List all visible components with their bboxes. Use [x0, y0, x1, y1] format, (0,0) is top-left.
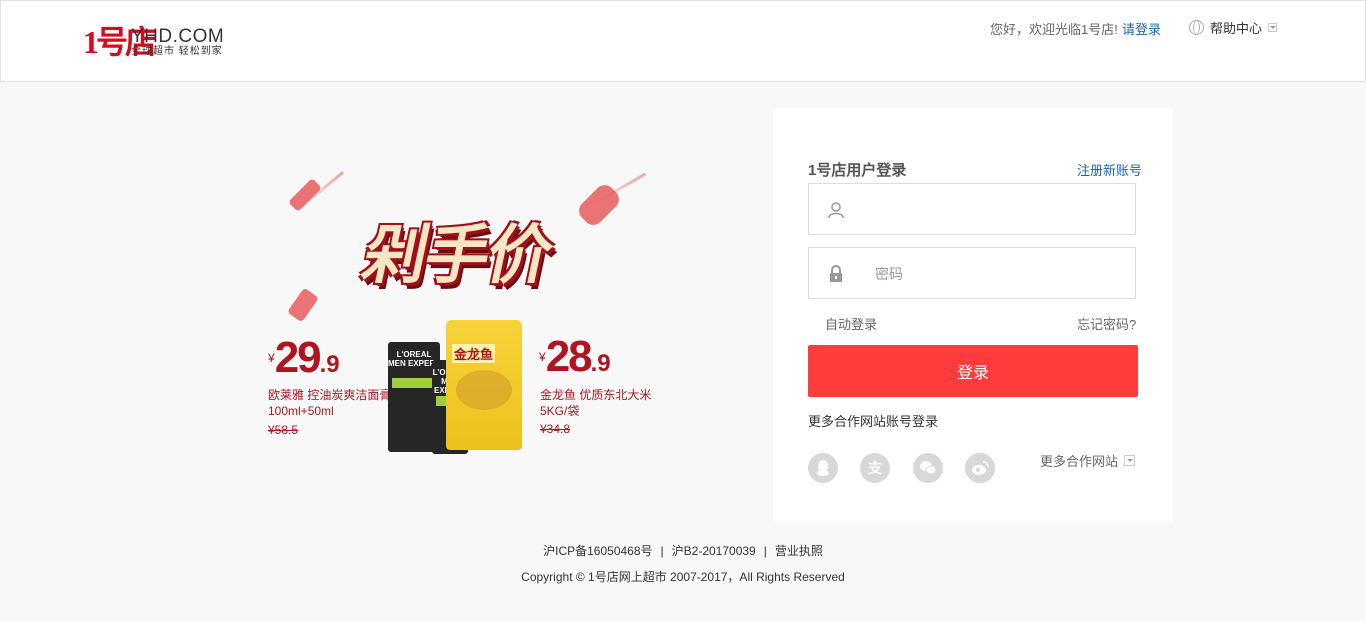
forgot-password-link[interactable]: 忘记密码? [1077, 314, 1136, 333]
login-title: 1号店用户登录 [808, 162, 907, 179]
promo-banner[interactable]: 剁手价 ¥29.9 欧莱雅 控油炭爽洁面膏 100ml+50ml ¥58.5 L… [250, 150, 670, 470]
icp-link[interactable]: 沪ICP备16050468号 [543, 544, 652, 558]
auto-login-option[interactable]: 自动登录 [825, 314, 877, 333]
more-sites-dropdown[interactable]: 更多合作网站 [1040, 451, 1136, 470]
weibo-icon[interactable] [965, 453, 995, 483]
right-old-price: ¥34.8 [540, 422, 571, 436]
username-input[interactable] [873, 198, 1127, 222]
rice-bag-image: 金龙鱼 [446, 320, 522, 450]
footer-links: 沪ICP备16050468号 | 沪B2-20170039 | 营业执照 [543, 544, 823, 558]
b2-link[interactable]: 沪B2-20170039 [672, 544, 756, 558]
site-header: 1号店 YHD.COM 全球超市 轻松到家 您好，欢迎光临1号店! 请登录 帮助… [0, 0, 1366, 82]
wechat-icon[interactable] [913, 453, 943, 483]
right-price: ¥28.9 [539, 332, 611, 381]
help-center-label: 帮助中心 [1210, 21, 1263, 36]
globe-icon [1189, 20, 1204, 35]
logo-brand: YHD.COM [131, 26, 225, 47]
logo-slogan: 全球超市 轻松到家 [131, 46, 223, 57]
alipay-icon[interactable]: 支 [860, 453, 890, 483]
username-field[interactable] [808, 183, 1136, 235]
left-old-price: ¥58.5 [268, 423, 299, 437]
register-link[interactable]: 注册新账号 [1077, 160, 1142, 179]
left-price: ¥29.9 [268, 333, 340, 382]
partner-login-title: 更多合作网站账号登录 [808, 414, 939, 429]
header-login-link[interactable]: 请登录 [1122, 19, 1161, 38]
banner-title: 剁手价 [355, 219, 558, 293]
copyright: Copyright © 1号店网上超市 2007-2017，All Rights… [521, 570, 845, 584]
right-product-name: 金龙鱼 优质东北大米 5KG/袋 [540, 388, 652, 418]
chevron-down-icon [1268, 23, 1278, 32]
help-center-menu[interactable]: 帮助中心 [1189, 18, 1278, 37]
login-panel: 1号店用户登录 注册新账号 自动登录 忘记密码? 登录 更多合作网站账号登录 支… [773, 108, 1173, 522]
welcome-text: 您好，欢迎光临1号店! [990, 22, 1118, 37]
qq-icon[interactable] [808, 453, 838, 483]
business-license-link[interactable]: 营业执照 [775, 544, 823, 558]
left-product-name: 欧莱雅 控油炭爽洁面膏 100ml+50ml [268, 388, 392, 418]
lock-icon [830, 265, 842, 282]
user-icon [828, 202, 844, 219]
password-input[interactable] [873, 262, 1127, 286]
chevron-down-icon [1124, 455, 1136, 466]
password-field[interactable] [808, 247, 1136, 299]
login-button[interactable]: 登录 [808, 345, 1138, 397]
bottle-decoration [287, 287, 319, 323]
yhd-logo[interactable]: 1号店 YHD.COM 全球超市 轻松到家 [83, 25, 243, 61]
